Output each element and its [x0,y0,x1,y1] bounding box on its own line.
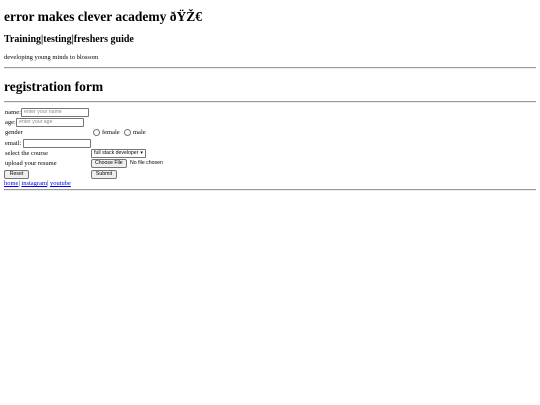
age-input[interactable]: enter your age [16,118,84,127]
name-placeholder: enter your name [24,109,62,115]
email-label: email: [5,140,22,147]
form-heading: registration form [4,79,104,94]
reset-button[interactable]: Reset [4,170,29,179]
file-status: No file chosen [130,160,163,166]
name-label: name: [5,109,21,116]
age-label: age: [5,119,16,126]
link-separator: | [47,180,49,187]
link-separator: | [18,180,20,187]
home-link[interactable]: home [4,180,18,187]
instagram-link[interactable]: instagram [21,180,47,187]
name-input[interactable]: enter your name [21,108,89,117]
course-label: select the course [5,150,48,157]
tagline: developing young minds to blossom [4,54,99,61]
email-input[interactable] [23,139,91,148]
choose-file-button[interactable]: Choose File [91,159,127,168]
page-subtitle: Training|testing|freshers guide [4,34,134,45]
footer-links: home| instagram| youtube [4,180,71,188]
chevron-down-icon: ▾ [140,150,143,156]
gender-label: gender [5,129,23,136]
divider [4,189,536,191]
age-placeholder: enter your age [19,119,53,125]
gender-male-label: male [133,129,146,136]
youtube-link[interactable]: youtube [50,180,71,187]
gender-female-label: female [102,129,120,136]
page: error makes clever academy ðŸŽ€ Training… [0,0,540,405]
divider [4,101,536,103]
resume-label: upload your resume [5,160,57,167]
divider [4,67,536,69]
course-select[interactable]: full stack developer ▾ [91,149,146,158]
course-selected-value: full stack developer [94,150,139,156]
gender-male-radio[interactable] [124,129,131,136]
page-title: error makes clever academy ðŸŽ€ [4,9,202,24]
gender-female-radio[interactable] [93,129,100,136]
submit-button[interactable]: Submit [91,170,117,179]
